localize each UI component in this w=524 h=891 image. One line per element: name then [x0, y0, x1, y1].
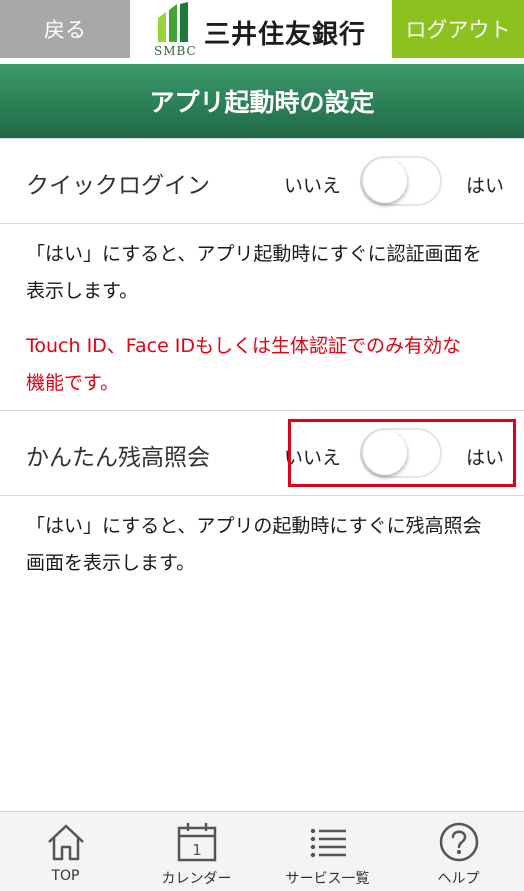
- tab-label: ヘルプ: [437, 871, 480, 887]
- tab-label: サービス一覧: [285, 871, 370, 887]
- bank-name: 三井住友銀行: [204, 20, 367, 50]
- quick-login-note: Touch ID、Face IDもしくは生体認証でのみ有効な 機能です。: [26, 328, 461, 402]
- setting-row-quick-login: クイックログイン いいえ はい: [0, 138, 524, 224]
- balance-inquiry-label: かんたん残高照会: [26, 445, 210, 471]
- calendar-icon: 1: [177, 823, 216, 862]
- list-icon: [310, 828, 346, 858]
- tab-calendar[interactable]: 1 カレンダー: [131, 812, 262, 891]
- tab-top[interactable]: TOP: [0, 812, 131, 891]
- page-title-bar: アプリ起動時の設定: [0, 64, 524, 138]
- back-button[interactable]: 戻る: [0, 0, 130, 58]
- tab-help[interactable]: ヘルプ: [393, 812, 524, 891]
- balance-inquiry-description: 「はい」にすると、アプリの起動時にすぐに残高照会 画面を表示します。: [26, 508, 482, 582]
- highlight-box: [288, 419, 516, 487]
- page-title: アプリ起動時の設定: [149, 88, 375, 117]
- quick-login-yes-label: はい: [465, 175, 504, 197]
- calendar-day-number: 1: [192, 841, 202, 859]
- home-icon: [47, 824, 84, 861]
- bottom-tab-bar: TOP 1 カレンダー サービス一覧 ヘルプ: [0, 811, 524, 891]
- description-line: 画面を表示します。: [26, 552, 196, 574]
- quick-login-description: 「はい」にすると、アプリ起動時にすぐに認証画面を 表示します。: [26, 236, 482, 310]
- tab-label: TOP: [51, 868, 80, 884]
- quick-login-label: クイックログイン: [26, 173, 210, 199]
- quick-login-no-label: いいえ: [284, 175, 342, 197]
- logo-sub-text: SMBC: [154, 44, 197, 58]
- quick-login-toggle[interactable]: [360, 156, 442, 206]
- quick-login-toggle-group: いいえ はい: [284, 139, 510, 225]
- tab-service-list[interactable]: サービス一覧: [262, 812, 393, 891]
- note-line: 機能です。: [26, 372, 120, 394]
- description-line: 「はい」にすると、アプリの起動時にすぐに残高照会: [26, 515, 482, 537]
- tab-label: カレンダー: [161, 871, 232, 887]
- description-line: 「はい」にすると、アプリ起動時にすぐに認証画面を: [26, 243, 482, 265]
- smbc-logo-mark-icon: [158, 2, 188, 42]
- description-line: 表示します。: [26, 280, 139, 302]
- note-line: Touch ID、Face IDもしくは生体認証でのみ有効な: [26, 335, 462, 357]
- app-header: 戻る SMBC 三井住友銀行 ログアウト: [0, 0, 524, 64]
- help-icon: [439, 822, 478, 862]
- toggle-knob: [363, 159, 407, 203]
- smbc-logo: SMBC 三井住友銀行: [152, 0, 382, 62]
- logout-button[interactable]: ログアウト: [392, 0, 524, 58]
